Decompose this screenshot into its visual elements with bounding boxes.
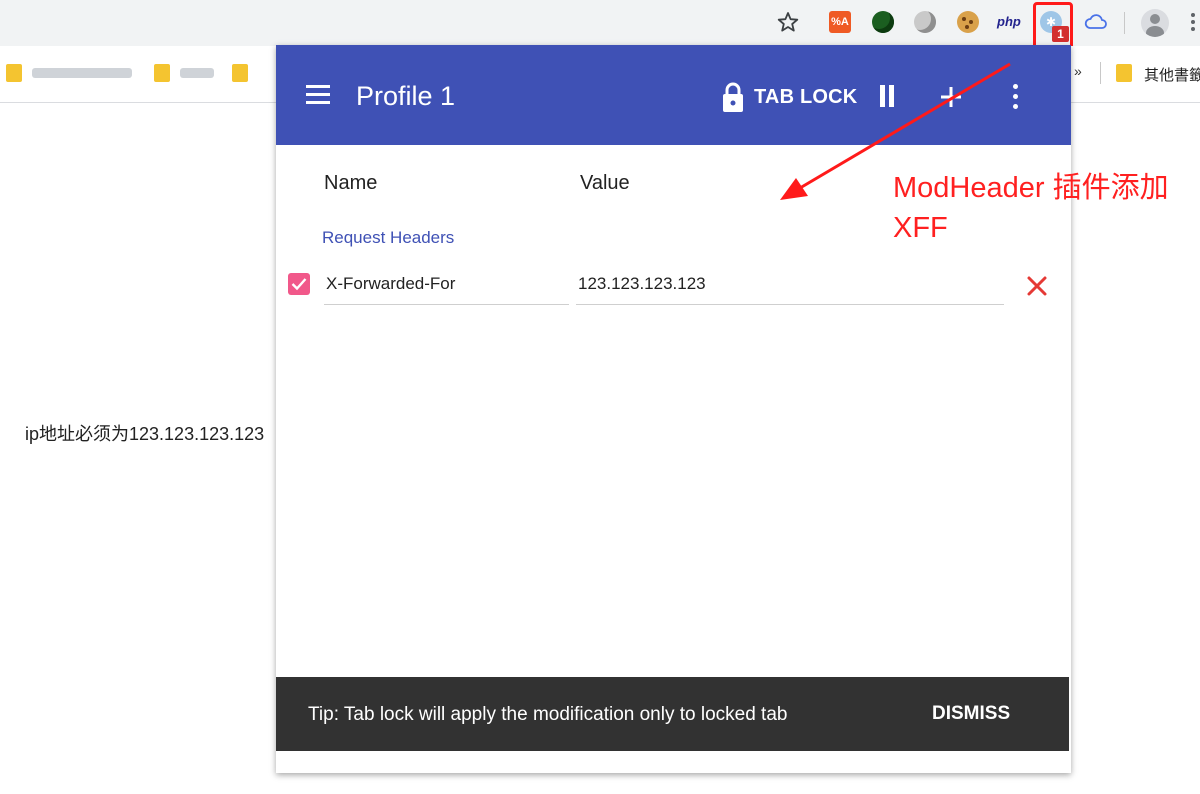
popup-appbar: Profile 1 TAB LOCK — [276, 45, 1071, 145]
bookmarks-separator — [1100, 62, 1101, 84]
header-enabled-checkbox[interactable] — [288, 273, 310, 295]
green-extension-icon[interactable] — [872, 11, 894, 33]
php-extension-icon[interactable]: php — [997, 11, 1025, 33]
check-icon — [291, 278, 307, 291]
tip-snackbar: Tip: Tab lock will apply the modificatio… — [276, 677, 1069, 751]
bookmark-blurred[interactable] — [32, 68, 132, 78]
delete-icon[interactable] — [1026, 275, 1048, 297]
annotation-line2: XFF — [893, 212, 948, 244]
modheader-popup: Profile 1 TAB LOCK Name Value Request He… — [276, 45, 1071, 773]
browser-menu-icon[interactable] — [1188, 10, 1198, 36]
cloud-extension-icon[interactable] — [1084, 11, 1108, 33]
other-bookmarks[interactable]: 其他書籤 — [1144, 64, 1200, 85]
add-icon[interactable] — [940, 86, 962, 108]
more-options-icon[interactable] — [1010, 81, 1020, 111]
profile-avatar[interactable] — [1141, 9, 1169, 37]
lock-icon[interactable] — [722, 81, 744, 113]
column-header-value: Value — [580, 172, 630, 194]
tab-lock-button[interactable]: TAB LOCK — [754, 86, 857, 109]
section-label-request-headers: Request Headers — [322, 228, 455, 247]
bookmarks-overflow-button[interactable]: » — [1074, 63, 1082, 79]
profile-title: Profile 1 — [356, 81, 456, 111]
column-header-name: Name — [324, 172, 378, 194]
bookmark-blurred[interactable] — [180, 68, 214, 78]
globe-extension-icon[interactable] — [914, 11, 936, 33]
header-value-field[interactable]: 123.123.123.123 — [576, 269, 1004, 305]
annotation-text: ModHeader 插件添加 XFF — [893, 168, 1169, 248]
toolbar-separator — [1124, 12, 1125, 34]
tip-text: Tip: Tab lock will apply the modificatio… — [308, 704, 788, 725]
bookmark-star-icon[interactable] — [776, 10, 800, 34]
header-name-field[interactable]: X-Forwarded-For — [324, 269, 569, 305]
folder-icon[interactable] — [1116, 64, 1132, 82]
browser-toolbar: %A php ✱ 1 — [0, 0, 1200, 52]
menu-icon[interactable] — [306, 85, 330, 105]
address-bar[interactable] — [0, 0, 820, 44]
translate-extension-icon[interactable]: %A — [829, 11, 851, 33]
dismiss-button[interactable]: DISMISS — [932, 703, 1010, 725]
pause-icon[interactable] — [880, 85, 898, 107]
folder-icon[interactable] — [154, 64, 170, 82]
folder-icon[interactable] — [232, 64, 248, 82]
folder-icon[interactable] — [6, 64, 22, 82]
page-message: ip地址必须为123.123.123.123 — [25, 424, 265, 444]
annotation-line1: ModHeader 插件添加 — [893, 172, 1169, 204]
cookie-extension-icon[interactable] — [957, 11, 979, 33]
